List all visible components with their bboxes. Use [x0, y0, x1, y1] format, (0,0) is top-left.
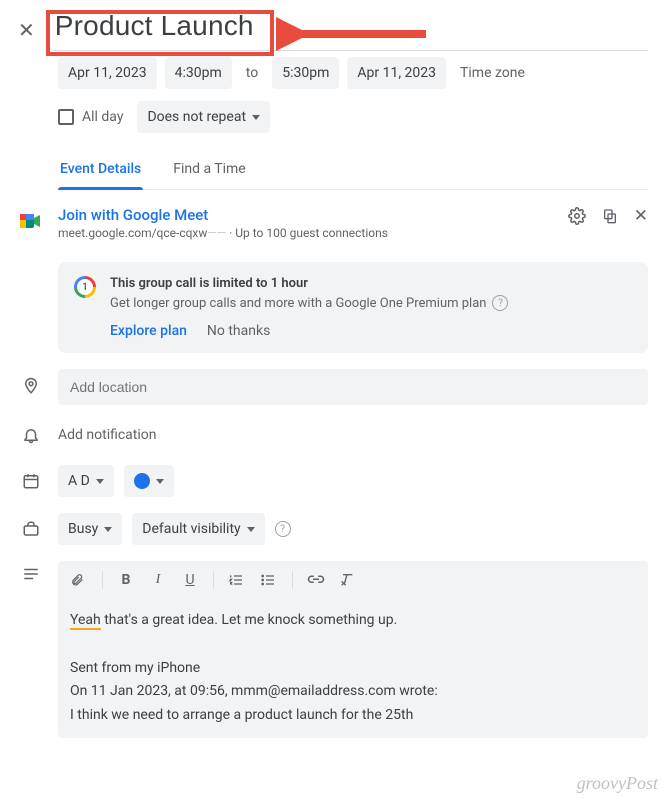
no-thanks-link[interactable]: No thanks [207, 323, 270, 339]
clear-format-icon[interactable] [339, 572, 357, 588]
numbered-list-icon[interactable] [228, 573, 246, 587]
chevron-down-icon [104, 527, 112, 532]
underline-icon[interactable]: U [181, 572, 199, 588]
copy-icon[interactable] [602, 207, 618, 225]
start-time-chip[interactable]: 4:30pm [165, 57, 232, 89]
bullet-list-icon[interactable] [260, 573, 278, 587]
join-meet-link[interactable]: Join with Google Meet [58, 206, 388, 224]
link-icon[interactable] [307, 574, 325, 586]
add-notification-link[interactable]: Add notification [58, 421, 648, 449]
gear-icon[interactable] [568, 207, 586, 225]
calendar-icon [18, 472, 44, 490]
watermark: groovyPost [577, 773, 658, 794]
google-meet-icon [18, 206, 44, 230]
explore-plan-link[interactable]: Explore plan [110, 323, 187, 339]
allday-checkbox[interactable] [58, 109, 74, 125]
briefcase-icon [18, 520, 44, 538]
meet-url-text: meet.google.com/qce-cqxw—— · Up to 100 g… [58, 226, 388, 240]
chevron-down-icon [247, 527, 255, 532]
chevron-down-icon [96, 479, 104, 484]
notice-text: Get longer group calls and more with a G… [110, 295, 632, 311]
bold-icon[interactable]: B [117, 572, 135, 588]
allday-label: All day [80, 109, 131, 125]
color-select[interactable] [124, 465, 174, 497]
event-title-input[interactable] [53, 8, 648, 48]
visibility-dropdown[interactable]: Default visibility [132, 513, 264, 545]
close-icon[interactable]: ✕ [18, 8, 35, 42]
location-pin-icon [18, 369, 44, 397]
repeat-dropdown[interactable]: Does not repeat [137, 101, 270, 133]
help-icon[interactable]: ? [492, 295, 508, 311]
end-time-chip[interactable]: 5:30pm [272, 57, 339, 89]
remove-meet-icon[interactable]: ✕ [634, 206, 648, 226]
to-label: to [240, 57, 264, 89]
attachment-icon[interactable] [70, 571, 88, 589]
location-input[interactable] [58, 369, 648, 405]
tab-find-a-time[interactable]: Find a Time [171, 151, 248, 189]
help-icon[interactable]: ? [275, 521, 291, 537]
google-one-notice: This group call is limited to 1 hour Get… [58, 262, 648, 353]
google-one-icon [74, 276, 96, 298]
bell-icon [18, 425, 44, 445]
end-date-chip[interactable]: Apr 11, 2023 [347, 57, 446, 89]
color-dot [134, 473, 150, 489]
description-box[interactable]: B I U Yeah that's a great idea. Let me k… [58, 561, 648, 738]
chevron-down-icon [252, 115, 260, 120]
description-text[interactable]: Yeah that's a great idea. Let me knock s… [70, 609, 636, 728]
busy-dropdown[interactable]: Busy [58, 513, 122, 545]
chevron-down-icon [156, 479, 164, 484]
calendar-select[interactable]: A D [58, 465, 114, 497]
italic-icon[interactable]: I [149, 572, 167, 588]
tab-event-details[interactable]: Event Details [58, 151, 143, 189]
timezone-link[interactable]: Time zone [454, 57, 531, 89]
start-date-chip[interactable]: Apr 11, 2023 [58, 57, 157, 89]
description-icon [18, 561, 44, 581]
notice-title: This group call is limited to 1 hour [110, 276, 632, 291]
